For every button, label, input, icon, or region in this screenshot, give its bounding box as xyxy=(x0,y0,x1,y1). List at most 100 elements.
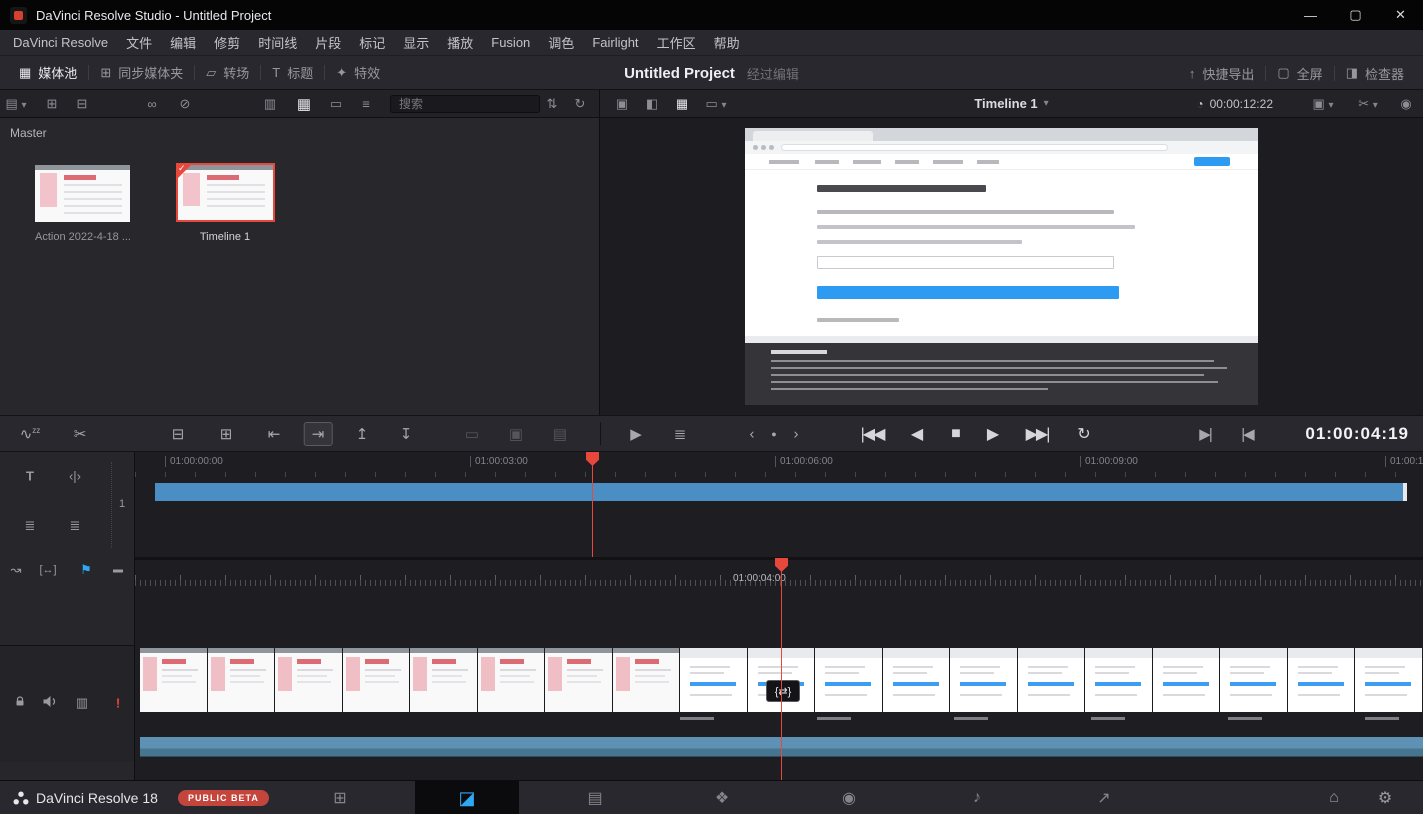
clip-name[interactable]: Action 2022-4-18 ... xyxy=(8,231,158,243)
transitions-button[interactable]: ▱ 转场 xyxy=(195,63,260,82)
media-pool-button[interactable]: ▦ 媒体池 xyxy=(8,63,88,82)
timeline-clip-thumbnail[interactable] xyxy=(883,648,951,712)
menu-item-fusion[interactable]: Fusion xyxy=(482,35,539,50)
menu-item-edit[interactable]: 编辑 xyxy=(161,33,205,52)
view-strip-button[interactable]: ▭ xyxy=(330,96,342,112)
speaker-icon[interactable] xyxy=(43,695,58,711)
timeline-clip-thumbnail[interactable] xyxy=(275,648,343,712)
clip-name[interactable]: Timeline 1 xyxy=(160,231,290,243)
ripple-overwrite-button[interactable]: ⇤ xyxy=(268,425,281,443)
timeline-clip-thumbnail[interactable] xyxy=(478,648,546,712)
color-wheel-button[interactable]: ◉ xyxy=(1400,96,1411,112)
crop-button[interactable]: ✂ ▾ xyxy=(1358,96,1378,112)
lock-icon[interactable] xyxy=(14,696,26,711)
timeline-clip-thumbnail[interactable] xyxy=(1153,648,1221,712)
play-button[interactable]: ▶ xyxy=(987,424,999,444)
timeline-clip-thumbnail[interactable] xyxy=(613,648,681,712)
media-clip-thumbnail[interactable] xyxy=(35,165,130,222)
upper-timeline-ruler[interactable]: 01:00:00:00 01:00:03:00 01:00:06:00 01:0… xyxy=(135,452,1423,477)
bin-list-button[interactable]: ▤ ▾ xyxy=(6,96,27,112)
fullscreen-button[interactable]: ▢ 全屏 xyxy=(1266,64,1333,83)
timeline-clip-thumbnail[interactable] xyxy=(815,648,883,712)
viewer-compare-button[interactable]: ◧ xyxy=(646,96,658,112)
timeline-clip-thumbnail[interactable] xyxy=(680,648,748,712)
camera-button[interactable]: ▣ ▾ xyxy=(1313,96,1334,112)
sync-track-b-button[interactable]: ≣ xyxy=(70,518,81,534)
timeline-canvas[interactable]: 01:00:00:00 01:00:03:00 01:00:06:00 01:0… xyxy=(135,452,1423,780)
timeline-clip-thumbnail[interactable] xyxy=(208,648,276,712)
loop-button[interactable]: ↻ xyxy=(1077,424,1090,444)
go-to-end-button[interactable]: ▶▶| xyxy=(1026,424,1049,444)
page-edit-button[interactable]: ▤ xyxy=(567,781,623,814)
upper-timeline-clip[interactable] xyxy=(155,483,1407,501)
page-cut-button[interactable]: ◪ xyxy=(415,781,519,814)
sync-track-a-button[interactable]: ≣ xyxy=(25,518,36,534)
smart-insert-button[interactable]: ⊟ xyxy=(172,425,185,443)
timeline-clip-thumbnail[interactable] xyxy=(1018,648,1086,712)
add-smart-bin-button[interactable]: ⊟ xyxy=(77,96,88,112)
append-button[interactable]: ⊞ xyxy=(220,425,233,443)
lower-playhead[interactable] xyxy=(775,558,788,780)
audio-trim-button[interactable]: ∿zz xyxy=(20,425,41,443)
place-on-top-button[interactable]: ↥ xyxy=(356,425,369,443)
page-fusion-button[interactable]: ❖ xyxy=(694,781,750,814)
go-to-start-button[interactable]: |◀◀ xyxy=(861,424,884,444)
page-media-button[interactable]: ⊞ xyxy=(312,781,368,814)
video-track-icon[interactable]: ▥ xyxy=(76,695,88,711)
menu-item-workspace[interactable]: 工作区 xyxy=(648,33,705,52)
viewer-frame[interactable] xyxy=(745,128,1258,405)
menu-item-clip[interactable]: 片段 xyxy=(306,33,350,52)
menu-item-mark[interactable]: 标记 xyxy=(350,33,394,52)
timeline-clip-thumbnail[interactable] xyxy=(140,648,208,712)
search-input[interactable] xyxy=(390,95,540,113)
timeline-clip-thumbnail[interactable] xyxy=(1220,648,1288,712)
chevron-down-icon[interactable]: ▾ xyxy=(1044,98,1049,109)
playback-speed-button[interactable]: ▶ xyxy=(630,425,642,443)
home-button[interactable]: ⌂ xyxy=(1314,781,1354,814)
sort-button[interactable]: ⇅ xyxy=(547,96,558,112)
close-up-button[interactable]: ⇥ xyxy=(304,422,333,446)
menu-item-color[interactable]: 调色 xyxy=(539,33,583,52)
match-out-button[interactable]: ▶| xyxy=(1199,425,1210,443)
viewer-overlay-button[interactable]: ▭ ▾ xyxy=(706,96,727,112)
step-back-button[interactable]: ◀ xyxy=(911,424,923,444)
stop-button[interactable]: ■ xyxy=(951,425,961,443)
timeline-clip-thumbnail[interactable] xyxy=(1085,648,1153,712)
source-overwrite-button[interactable]: ↧ xyxy=(400,425,413,443)
timeline-selector-label[interactable]: Timeline 1 xyxy=(974,96,1037,111)
minimize-button[interactable]: — xyxy=(1288,0,1333,30)
view-thumbnail-button[interactable]: ▦ xyxy=(297,95,311,113)
flag-button[interactable]: ⚑ xyxy=(80,562,92,578)
menu-item-file[interactable]: 文件 xyxy=(117,33,161,52)
timeline-clip-thumbnail[interactable] xyxy=(343,648,411,712)
menu-item-fairlight[interactable]: Fairlight xyxy=(583,35,647,50)
timeline-clip-thumbnail[interactable] xyxy=(1288,648,1356,712)
page-fairlight-button[interactable]: ♪ xyxy=(949,781,1005,814)
shuttle-left-icon[interactable]: ‹ xyxy=(750,425,755,442)
titles-button[interactable]: T 标题 xyxy=(261,63,324,82)
timeline-clip-thumbnail[interactable] xyxy=(545,648,613,712)
upper-playhead[interactable] xyxy=(586,452,599,557)
menu-item-help[interactable]: 帮助 xyxy=(705,33,749,52)
quick-export-button[interactable]: ↑ 快捷导出 xyxy=(1178,64,1266,83)
page-color-button[interactable]: ◉ xyxy=(821,781,877,814)
maximize-button[interactable]: ▢ xyxy=(1333,0,1378,30)
retime-curve-button[interactable]: ↝ xyxy=(11,562,22,578)
menu-item-playback[interactable]: 播放 xyxy=(438,33,482,52)
shuttle-dot-icon[interactable]: ● xyxy=(771,429,776,439)
refresh-button[interactable]: ↻ xyxy=(575,96,586,112)
settings-button[interactable]: ⚙ xyxy=(1365,781,1405,814)
view-filmstrip-button[interactable]: ▥ xyxy=(264,96,276,112)
sync-bin-button[interactable]: ⊞ 同步媒体夹 xyxy=(89,63,194,82)
menu-item-timeline[interactable]: 时间线 xyxy=(249,33,306,52)
range-tool-button[interactable]: [↔] xyxy=(39,564,56,576)
close-button[interactable]: ✕ xyxy=(1378,0,1423,30)
razor-button[interactable]: ✂ xyxy=(74,425,87,443)
view-list-button[interactable]: ≡ xyxy=(362,96,370,111)
trim-mode-button[interactable]: ‹|› xyxy=(69,469,81,484)
timeline-clip-thumbnail[interactable] xyxy=(1355,648,1423,712)
unlink-button[interactable]: ⊘ xyxy=(180,96,191,112)
page-deliver-button[interactable]: ↗ xyxy=(1076,781,1132,814)
match-in-button[interactable]: |◀ xyxy=(1241,425,1252,443)
marker-strip-button[interactable]: ▬ xyxy=(113,565,123,576)
